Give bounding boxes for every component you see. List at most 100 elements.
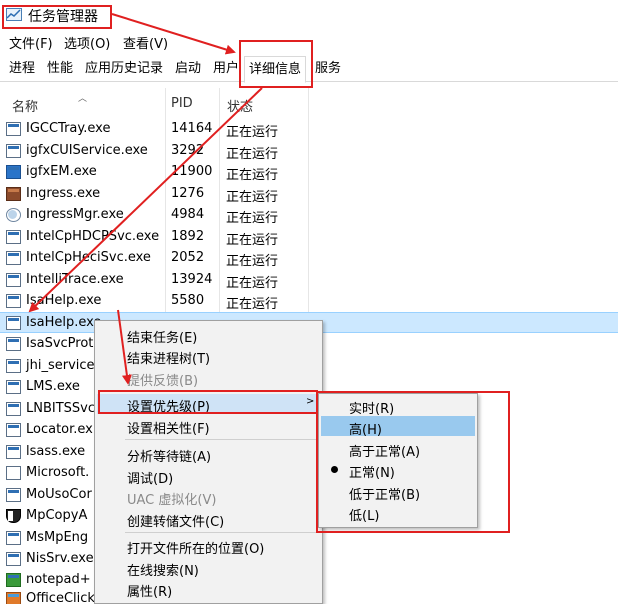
intel-graphics-icon	[6, 165, 21, 179]
process-name: OfficeClick	[26, 591, 95, 604]
menu-item-set-affinity[interactable]: 设置相关性(F)	[127, 418, 210, 437]
magnifier-icon	[6, 208, 21, 222]
table-row[interactable]: IntelliTrace.exe 13924 正在运行	[0, 270, 618, 291]
app-icon	[6, 359, 21, 373]
process-pid: 4984	[171, 207, 205, 222]
office-icon	[6, 592, 21, 604]
process-pid: 5580	[171, 293, 205, 308]
menu-item-debug[interactable]: 调试(D)	[127, 468, 173, 487]
menu-item-feedback: 提供反馈(B)	[127, 374, 199, 389]
tab-users[interactable]: 用户	[209, 56, 243, 82]
menu-item-properties[interactable]: 属性(R)	[127, 581, 172, 600]
process-status: 正在运行	[226, 190, 279, 205]
process-name: NisSrv.exe	[26, 551, 94, 566]
process-name: IntelCpHeciSvc.exe	[26, 250, 151, 265]
app-icon	[6, 144, 21, 158]
app-icon	[6, 122, 21, 136]
process-name: IntelliTrace.exe	[26, 272, 124, 287]
process-status: 正在运行	[226, 211, 279, 226]
process-status: 正在运行	[226, 276, 279, 291]
process-pid: 1276	[171, 186, 205, 201]
app-icon	[6, 402, 21, 416]
process-pid: 3292	[171, 143, 205, 158]
table-row[interactable]: IntelCpHeciSvc.exe 2052 正在运行	[0, 248, 618, 269]
menu-separator	[125, 532, 319, 533]
process-status: 正在运行	[226, 233, 279, 248]
process-name: LNBITSSvc	[26, 401, 96, 416]
tab-startup[interactable]: 启动	[171, 56, 205, 82]
menu-item-open-file-location[interactable]: 打开文件所在的位置(O)	[127, 538, 264, 557]
process-name: jhi_service	[26, 358, 95, 373]
process-name: notepad+	[26, 572, 91, 587]
process-name: IsaHelp.exe	[26, 293, 102, 308]
menu-view[interactable]: 查看(V)	[123, 33, 168, 52]
app-icon	[6, 273, 21, 287]
tab-app-history[interactable]: 应用历史记录	[81, 56, 167, 82]
menu-item-search-online[interactable]: 在线搜索(N)	[127, 560, 199, 579]
annotation-box-priority-menu	[316, 391, 510, 533]
process-name: igfxEM.exe	[26, 164, 97, 179]
app-icon	[6, 380, 21, 394]
column-header-name[interactable]: 名称	[12, 96, 38, 115]
app-icon	[6, 531, 21, 545]
document-icon	[6, 466, 21, 480]
process-status: 正在运行	[226, 125, 279, 140]
notepad-plus-icon	[6, 573, 21, 587]
process-name: MpCopyA	[26, 508, 88, 523]
process-pid: 13924	[171, 272, 213, 287]
process-pid: 2052	[171, 250, 205, 265]
table-row[interactable]: IsaHelp.exe 5580 正在运行	[0, 291, 618, 312]
table-row[interactable]: Ingress.exe 1276 正在运行	[0, 184, 618, 205]
tab-performance[interactable]: 性能	[43, 56, 77, 82]
context-menu: 结束任务(E) 结束进程树(T) 提供反馈(B) 设置优先级(P) > 设置相关…	[94, 320, 323, 604]
app-icon	[6, 230, 21, 244]
menu-item-analyze-wait-chain[interactable]: 分析等待链(A)	[127, 446, 211, 465]
table-row[interactable]: igfxEM.exe 11900 正在运行	[0, 162, 618, 183]
menu-separator	[125, 439, 319, 440]
menu-item-create-dump[interactable]: 创建转储文件(C)	[127, 511, 224, 530]
process-pid: 14164	[171, 121, 213, 136]
table-row[interactable]: IGCCTray.exe 14164 正在运行	[0, 119, 618, 140]
app-icon	[6, 423, 21, 437]
table-row[interactable]: IngressMgr.exe 4984 正在运行	[0, 205, 618, 226]
process-status: 正在运行	[226, 297, 279, 312]
process-pid: 1892	[171, 229, 205, 244]
app-icon	[6, 552, 21, 566]
app-icon	[6, 316, 21, 330]
process-name: Microsoft.	[26, 465, 90, 480]
process-pid: 11900	[171, 164, 213, 179]
annotation-box-title	[2, 5, 112, 29]
app-icon	[6, 445, 21, 459]
process-name: IngressMgr.exe	[26, 207, 124, 222]
tab-services[interactable]: 服务	[311, 56, 345, 82]
process-name: Ingress.exe	[26, 186, 101, 201]
table-header: 名称 PID 状态	[0, 94, 618, 116]
process-status: 正在运行	[226, 254, 279, 269]
table-row[interactable]: IntelCpHDCPSvc.exe 1892 正在运行	[0, 227, 618, 248]
annotation-box-set-priority	[98, 390, 318, 414]
menu-item-uac-virtualization: UAC 虚拟化(V)	[127, 493, 217, 508]
process-status: 正在运行	[226, 147, 279, 162]
menu-options[interactable]: 选项(O)	[64, 33, 110, 52]
column-header-status[interactable]: 状态	[227, 96, 253, 115]
menu-item-end-task[interactable]: 结束任务(E)	[127, 327, 197, 346]
annotation-box-details-tab	[239, 40, 313, 88]
menu-file[interactable]: 文件(F)	[9, 33, 53, 52]
process-name: IGCCTray.exe	[26, 121, 111, 136]
app-icon	[6, 337, 21, 351]
column-header-pid[interactable]: PID	[171, 96, 193, 111]
database-icon	[6, 187, 21, 201]
process-name: LMS.exe	[26, 379, 80, 394]
app-icon	[6, 488, 21, 502]
tab-processes[interactable]: 进程	[5, 56, 39, 82]
process-name: Locator.ex	[26, 422, 93, 437]
app-icon	[6, 294, 21, 308]
process-name: MsMpEng	[26, 530, 89, 545]
process-name: IntelCpHDCPSvc.exe	[26, 229, 160, 244]
app-icon	[6, 251, 21, 265]
menu-item-end-process-tree[interactable]: 结束进程树(T)	[127, 348, 210, 367]
process-name: lsass.exe	[26, 444, 86, 459]
process-name: IsaSvcProt	[26, 336, 94, 351]
process-status: 正在运行	[226, 168, 279, 183]
table-row[interactable]: igfxCUIService.exe 3292 正在运行	[0, 141, 618, 162]
